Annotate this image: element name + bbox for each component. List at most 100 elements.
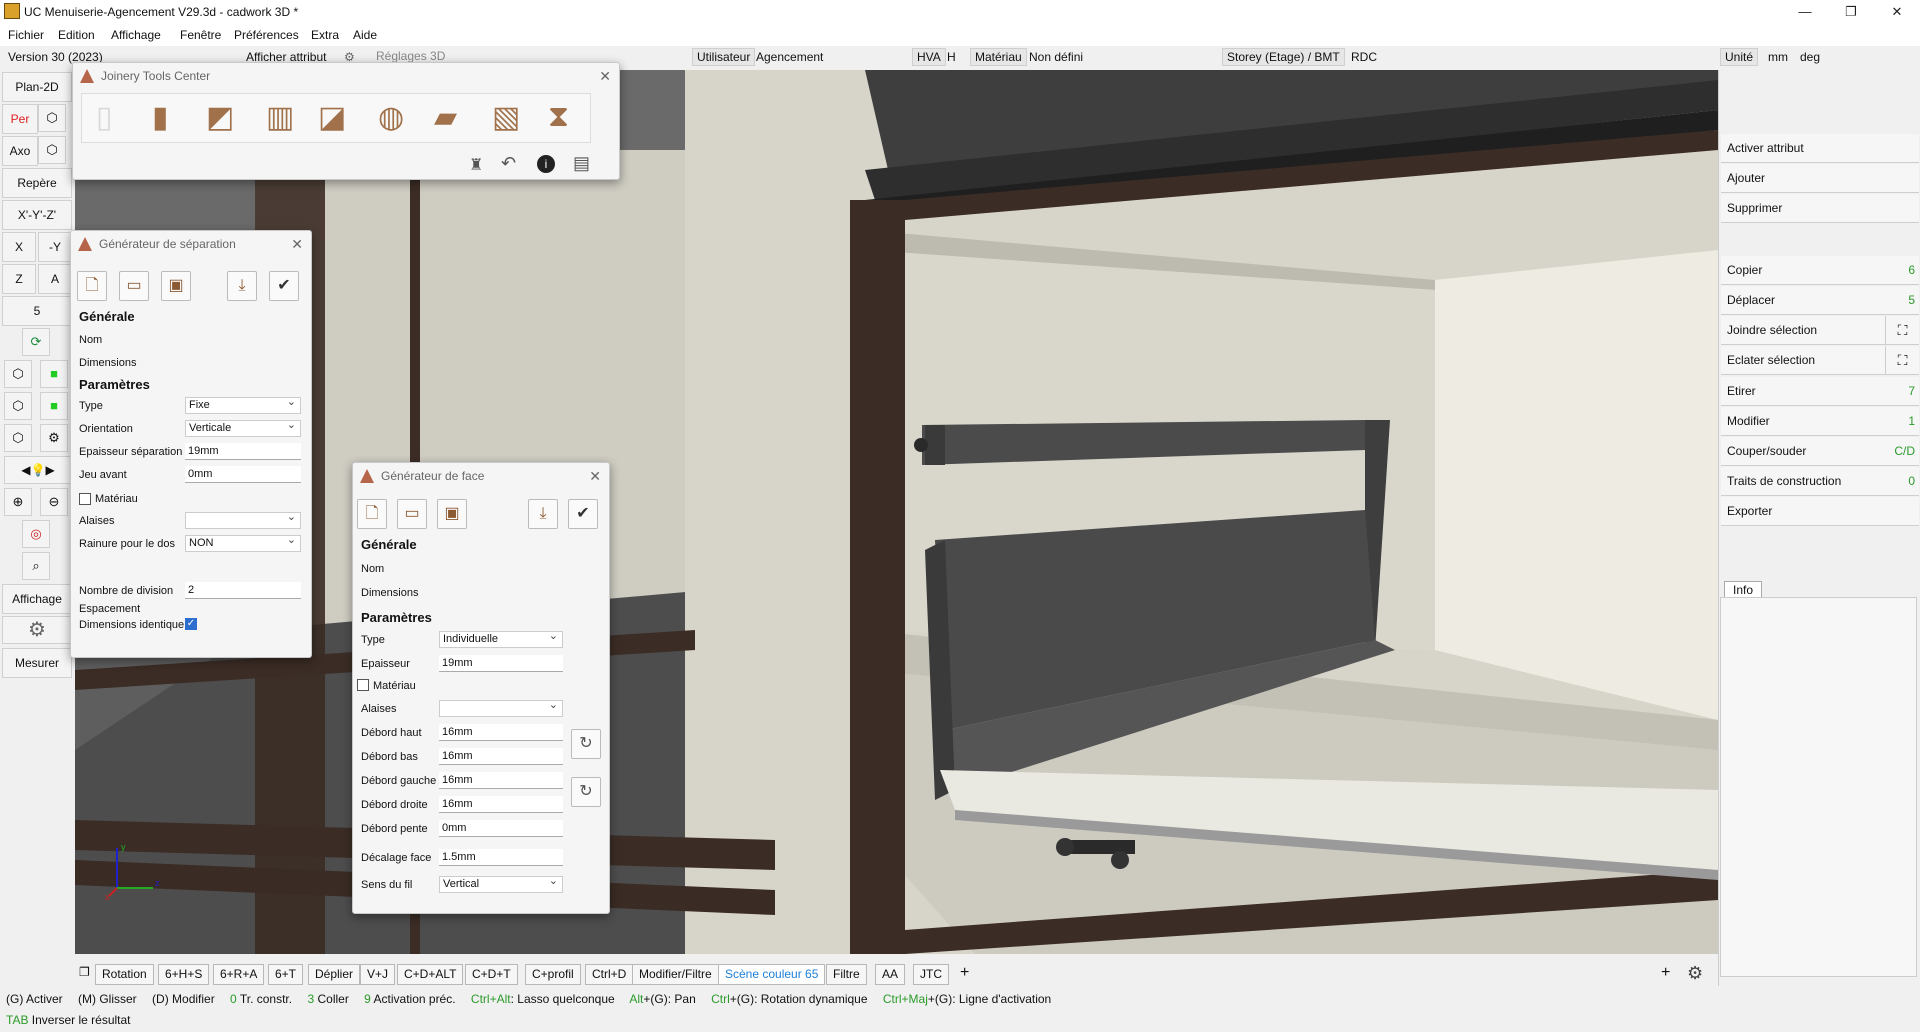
explode-selection-icon[interactable]: ⛶ (1885, 346, 1919, 375)
etirer-button[interactable]: Etirer 7 (1721, 377, 1919, 406)
sync-horizontal-icon[interactable]: ↻ (571, 777, 601, 807)
debord-bas-input[interactable]: 16mm (439, 748, 563, 765)
jeu-avant-input[interactable]: 0mm (185, 466, 301, 483)
type-select[interactable]: Individuelle (439, 629, 563, 648)
open-folder-icon[interactable]: ▭ (119, 271, 149, 301)
perspective-button[interactable]: Per (2, 104, 38, 134)
supprimer-button[interactable]: Supprimer (1721, 194, 1919, 223)
face-header[interactable]: Générateur de face ✕ (353, 463, 609, 489)
cog-wheel-icon[interactable]: ⚙ (2, 616, 72, 644)
tab-cprofil[interactable]: C+profil (525, 964, 581, 985)
add-tab-right-button[interactable]: + (1661, 964, 1670, 982)
hidden-line-cube-icon[interactable]: ⬡ (4, 392, 32, 420)
decalage-face-input[interactable]: 1.5mm (439, 849, 563, 866)
tab-vj[interactable]: V+J (360, 964, 396, 985)
tab-modifier-filtre[interactable]: Modifier/Filtre (632, 964, 719, 985)
division-input[interactable]: 2 (185, 582, 301, 599)
eclater-selection-button[interactable]: Eclater sélection ⛶ (1721, 346, 1919, 375)
wireframe-cube-icon[interactable]: ⬡ (4, 360, 32, 388)
door-icon[interactable]: ▰ (434, 100, 457, 135)
alaises-select[interactable] (185, 510, 301, 529)
alaises-select[interactable] (439, 698, 563, 717)
mesurer-button[interactable]: Mesurer (2, 648, 72, 678)
type-select[interactable]: Fixe (185, 395, 301, 414)
menu-fichier[interactable]: Fichier (8, 28, 44, 42)
materiau-button[interactable]: Matériau (970, 48, 1027, 66)
orientation-select[interactable]: Verticale (185, 418, 301, 437)
new-file-icon[interactable]: 🗋 (77, 271, 107, 301)
solid-cube-icon[interactable]: ■ (40, 360, 68, 388)
utilisateur-button[interactable]: Utilisateur (692, 48, 756, 66)
menu-preferences[interactable]: Préférences (234, 28, 299, 42)
zoom-all-icon[interactable]: ⌕ (22, 552, 50, 580)
unite-button[interactable]: Unité (1720, 48, 1759, 66)
separator-icon[interactable]: ⧗ (548, 100, 569, 134)
materiau-checkbox[interactable] (357, 679, 369, 691)
deplacer-button[interactable]: Déplacer 5 (1721, 286, 1919, 315)
shelf-icon[interactable]: ◩ (206, 100, 234, 135)
five-button[interactable]: 5 (2, 296, 72, 326)
sync-vertical-icon[interactable]: ↻ (571, 729, 601, 759)
epaisseur-separation-input[interactable]: 19mm (185, 443, 301, 460)
tool-icon[interactable]: ♜ (469, 155, 483, 175)
cabinet-outline-icon[interactable]: ▯ (96, 100, 113, 135)
materiau-checkbox[interactable] (79, 493, 91, 505)
epaisseur-input[interactable]: 19mm (439, 655, 563, 672)
tab-6ra[interactable]: 6+R+A (213, 964, 265, 985)
rainure-select[interactable]: NON (185, 533, 301, 552)
close-icon[interactable]: ✕ (599, 63, 611, 89)
repere-button[interactable]: Repère (2, 168, 72, 198)
debord-haut-input[interactable]: 16mm (439, 724, 563, 741)
traits-construction-button[interactable]: Traits de construction 0 (1721, 467, 1919, 496)
debord-droite-input[interactable]: 16mm (439, 796, 563, 813)
minimize-button[interactable]: — (1782, 0, 1828, 24)
add-tab-button[interactable]: + (960, 964, 969, 982)
separation-header[interactable]: Générateur de séparation ✕ (71, 231, 311, 257)
debord-gauche-input[interactable]: 16mm (439, 772, 563, 789)
undo-icon[interactable]: ↶ (501, 153, 516, 174)
x-button[interactable]: X (2, 232, 36, 262)
tab-scene-couleur[interactable]: Scène couleur 65 (718, 964, 826, 985)
join-selection-icon[interactable]: ⛶ (1885, 316, 1919, 345)
menu-fenetre[interactable]: Fenêtre (180, 28, 221, 42)
xyz-prime-button[interactable]: X'-Y'-Z' (2, 200, 72, 230)
save-icon[interactable]: ▣ (437, 499, 467, 529)
sens-fil-select[interactable]: Vertical (439, 874, 563, 893)
menu-affichage[interactable]: Affichage (111, 28, 161, 42)
modifier-button[interactable]: Modifier 1 (1721, 407, 1919, 436)
zoom-out-icon[interactable]: ⊖ (40, 488, 68, 516)
axo-button[interactable]: Axo (2, 136, 38, 166)
tab-6t[interactable]: 6+T (268, 964, 304, 985)
close-icon[interactable]: ✕ (291, 231, 303, 257)
close-button[interactable]: ✕ (1874, 0, 1920, 24)
settings-gear-icon[interactable]: ⚙ (40, 424, 68, 452)
a-button[interactable]: A (38, 264, 72, 294)
hinge-icon[interactable]: ▧ (492, 100, 520, 135)
maximize-button[interactable]: ❐ (1828, 0, 1874, 24)
menu-edition[interactable]: Edition (58, 28, 95, 42)
render-cube-icon[interactable]: ⬡ (4, 424, 32, 452)
axo-cube-icon[interactable]: ⬡ (38, 136, 66, 164)
info-icon[interactable]: i (537, 155, 555, 173)
tab-filtre[interactable]: Filtre (826, 964, 867, 985)
3d-viewport[interactable]: y z x (75, 70, 1718, 954)
dim-identique-checkbox[interactable]: ✓ (185, 618, 197, 630)
z-button[interactable]: Z (2, 264, 36, 294)
restore-window-icon[interactable]: ❐ (79, 965, 90, 979)
hva-button[interactable]: HVA (912, 48, 946, 66)
validate-check-icon[interactable]: ✔ (269, 271, 299, 301)
copier-button[interactable]: Copier 6 (1721, 256, 1919, 285)
validate-check-icon[interactable]: ✔ (568, 499, 598, 529)
debord-pente-input[interactable]: 0mm (439, 820, 563, 837)
minus-y-button[interactable]: -Y (38, 232, 72, 262)
open-folder-icon[interactable]: ▭ (397, 499, 427, 529)
couper-souder-button[interactable]: Couper/souder C/D (1721, 437, 1919, 466)
joinery-tools-header[interactable]: Joinery Tools Center ✕ (73, 63, 619, 89)
tab-6hs[interactable]: 6+H+S (158, 964, 210, 985)
rotate-view-icon[interactable]: ⟳ (22, 328, 50, 356)
storey-button[interactable]: Storey (Etage) / BMT (1222, 48, 1345, 66)
tab-aa[interactable]: AA (875, 964, 906, 985)
close-icon[interactable]: ✕ (589, 463, 601, 489)
tab-settings-gear-icon[interactable]: ⚙ (1687, 963, 1703, 984)
panel-icon[interactable]: ▤ (573, 153, 590, 174)
